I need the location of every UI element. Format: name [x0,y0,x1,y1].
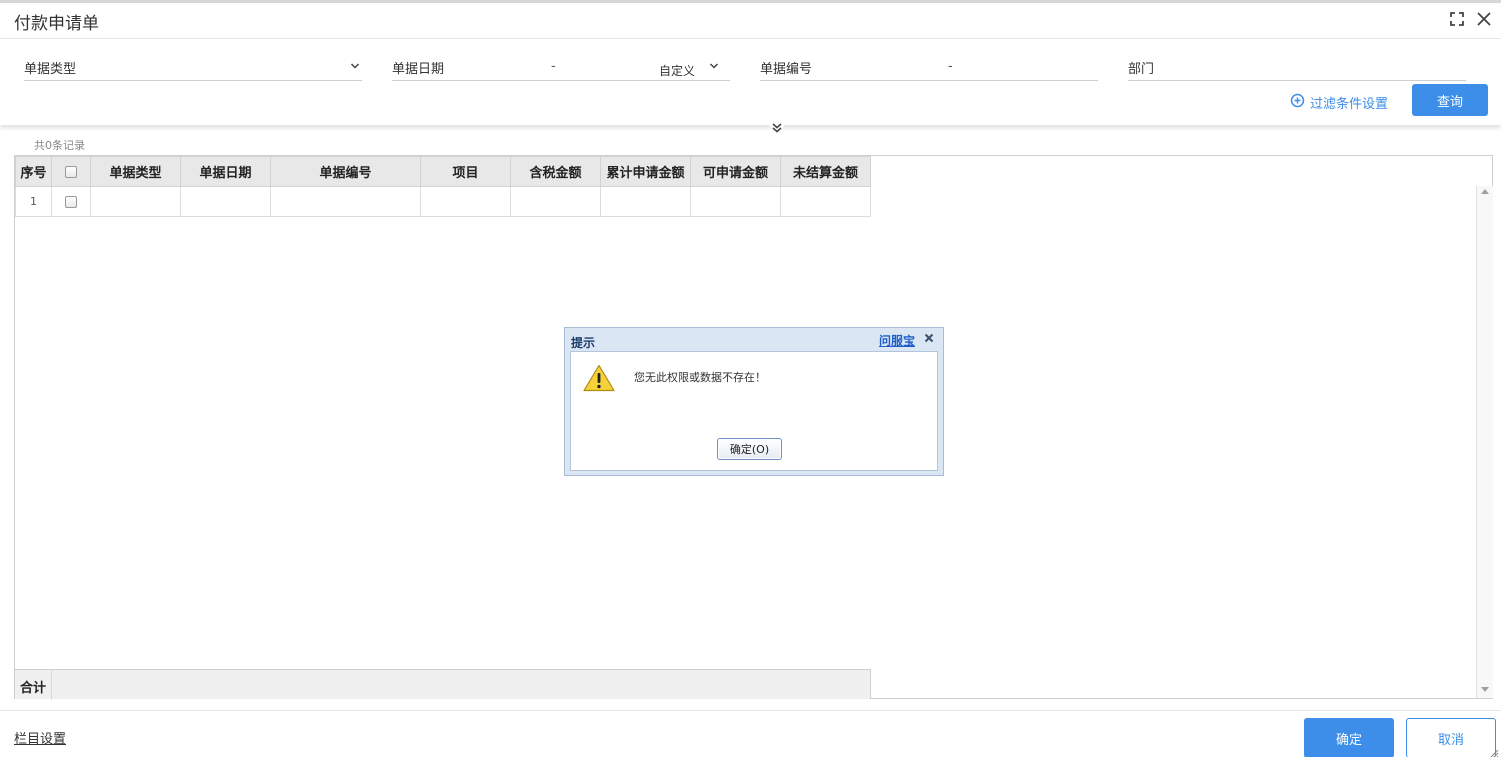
double-chevron-down-icon[interactable] [766,121,788,139]
total-separator [51,670,52,700]
dialog-close-icon[interactable] [921,330,937,346]
scroll-down-icon[interactable] [1481,687,1489,692]
doc-date-label: 单据日期 [392,62,445,77]
col-header-project[interactable]: 项目 [420,156,511,187]
dialog-title: 提示 [571,336,596,350]
footer-divider [0,710,1501,711]
grid-table: 序号 单据类型 单据日期 单据编号 项目 含税金额 累计申请金额 可申请金额 未… [15,156,871,217]
cell-unsettled-amount[interactable] [780,186,871,217]
column-settings-link[interactable]: 栏目设置 [14,728,66,747]
row-index: 1 [15,186,52,217]
date-range-select[interactable]: 自定义 [659,62,695,79]
department-label: 部门 [1128,62,1155,77]
alert-dialog: 提示 问服宝 您无此权限或数据不存在！ 确定(O) [564,327,944,476]
dialog-body: 您无此权限或数据不存在！ 确定(O) [570,351,938,471]
help-link[interactable]: 问服宝 [879,332,915,349]
col-header-index[interactable]: 序号 [15,156,52,187]
cell-doc-no[interactable] [270,186,421,217]
cell-project[interactable] [420,186,511,217]
row-checkbox-cell[interactable] [51,186,91,217]
resize-grip-icon[interactable] [1489,748,1499,757]
cell-doc-date[interactable] [180,186,271,217]
col-header-available-amount[interactable]: 可申请金额 [690,156,781,187]
select-all-checkbox[interactable] [65,165,77,178]
col-header-doc-type[interactable]: 单据类型 [90,156,181,187]
doc-no-dash: - [948,59,953,74]
table-row[interactable]: 1 [15,186,871,217]
doc-date-field[interactable]: 单据日期 - 自定义 [392,55,730,81]
scroll-up-icon[interactable] [1481,189,1489,194]
vertical-scrollbar[interactable] [1476,186,1493,698]
filter-panel: 单据类型 单据日期 - 自定义 单据编号 - 部门 过滤条件设置 查询 [0,39,1501,125]
col-header-cumulative-amount[interactable]: 累计申请金额 [600,156,691,187]
row-checkbox[interactable] [65,196,77,208]
close-icon[interactable] [1474,9,1494,29]
total-row: 合计 [15,669,871,700]
col-header-unsettled-amount[interactable]: 未结算金额 [780,156,871,187]
grid-header-row: 序号 单据类型 单据日期 单据编号 项目 含税金额 累计申请金额 可申请金额 未… [15,156,871,187]
doc-type-label: 单据类型 [24,62,77,77]
chevron-down-icon [709,63,719,69]
cell-tax-amount[interactable] [510,186,601,217]
department-field[interactable]: 部门 [1128,55,1466,81]
date-range-dash: - [551,59,556,74]
col-header-doc-no[interactable]: 单据编号 [270,156,421,187]
window-title: 付款申请单 [14,14,99,34]
doc-type-select[interactable]: 单据类型 [24,55,362,81]
col-header-tax-amount[interactable]: 含税金额 [510,156,601,187]
doc-no-field[interactable]: 单据编号 - [760,55,1098,81]
maximize-icon[interactable] [1447,9,1467,29]
dialog-message: 您无此权限或数据不存在！ [634,371,766,384]
warning-icon [583,364,615,392]
cell-doc-type[interactable] [90,186,181,217]
cell-available-amount[interactable] [690,186,781,217]
payment-request-window: 付款申请单 单据类型 单据日期 - 自定义 单据编号 - 部门 过滤条件设置 查… [0,0,1501,757]
cell-cumulative-amount[interactable] [600,186,691,217]
col-header-doc-date[interactable]: 单据日期 [180,156,271,187]
dialog-ok-button[interactable]: 确定(O) [717,438,782,460]
col-header-select-all[interactable] [51,156,91,187]
plus-circle-icon [1290,93,1305,108]
filter-settings-label: 过滤条件设置 [1310,97,1389,112]
confirm-button[interactable]: 确定 [1304,718,1394,757]
query-button[interactable]: 查询 [1412,84,1488,116]
record-count: 共0条记录 [34,139,85,152]
title-bar: 付款申请单 [0,3,1501,39]
chevron-down-icon [350,63,360,69]
total-label: 合计 [20,681,47,696]
cancel-button[interactable]: 取消 [1406,718,1496,757]
doc-no-label: 单据编号 [760,62,813,77]
